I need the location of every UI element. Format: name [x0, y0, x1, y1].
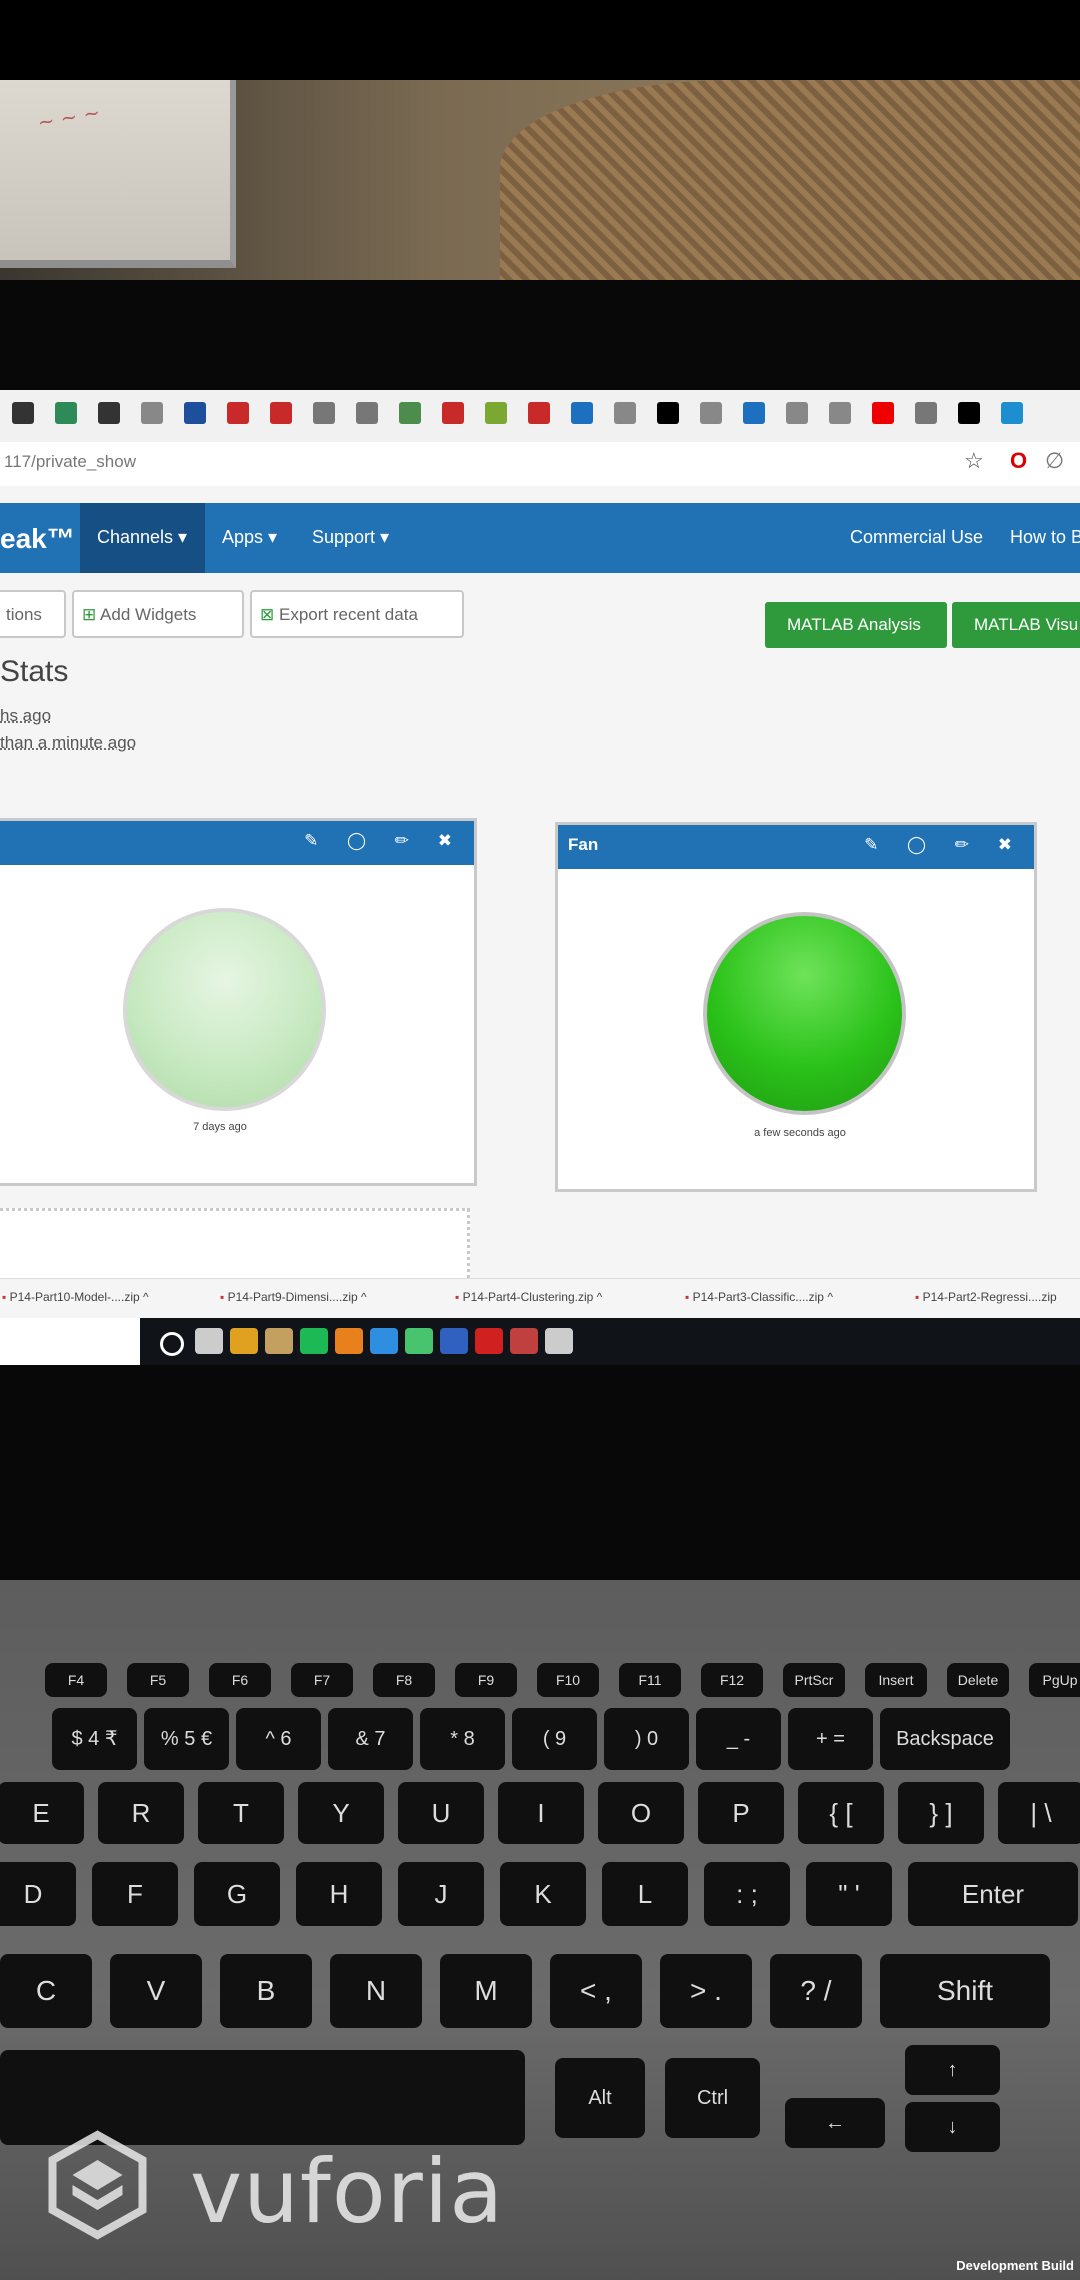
num-5-key[interactable]: % 5 € [144, 1708, 229, 1770]
a-enter-key[interactable]: Enter [908, 1862, 1078, 1926]
keyboard: F4 F5 F6 F7 F8 F9 F10 F11 F12 PrtScr Insert Delete P… [0, 0, 1080, 2280]
q-e-key[interactable]: E [0, 1782, 84, 1844]
q-p-key[interactable]: P [698, 1782, 784, 1844]
z-n-key[interactable]: N [330, 1954, 422, 2028]
vuforia-tm: ™ [462, 2170, 476, 2186]
z-v-key[interactable]: V [110, 1954, 202, 2028]
fn-delete-key[interactable]: Delete [947, 1663, 1009, 1697]
num-7-key[interactable]: & 7 [328, 1708, 413, 1770]
fn-insert-key[interactable]: Insert [865, 1663, 927, 1697]
num-0-key[interactable]: ) 0 [604, 1708, 689, 1770]
development-build-label: Development Build [956, 2258, 1074, 2273]
fn-f6-key[interactable]: F6 [209, 1663, 271, 1697]
z-m-key[interactable]: M [440, 1954, 532, 2028]
fn-f7-key[interactable]: F7 [291, 1663, 353, 1697]
fn-f4-key[interactable]: F4 [45, 1663, 107, 1697]
z--key[interactable]: ? / [770, 1954, 862, 2028]
fn-prtscr-key[interactable]: PrtScr [783, 1663, 845, 1697]
fn-f11-key[interactable]: F11 [619, 1663, 681, 1697]
num-6-key[interactable]: ^ 6 [236, 1708, 321, 1770]
num-4-key[interactable]: $ 4 ₹ [52, 1708, 137, 1770]
fn-pgup-key[interactable]: PgUp [1029, 1663, 1080, 1697]
a-k-key[interactable]: K [500, 1862, 586, 1926]
fn-f5-key[interactable]: F5 [127, 1663, 189, 1697]
q-t-key[interactable]: T [198, 1782, 284, 1844]
left-arrow-key[interactable]: ← [785, 2098, 885, 2148]
a--key[interactable]: " ' [806, 1862, 892, 1926]
num-8-key[interactable]: * 8 [420, 1708, 505, 1770]
vuforia-watermark: vuforia [190, 2140, 505, 2243]
q-y-key[interactable]: Y [298, 1782, 384, 1844]
fn-f10-key[interactable]: F10 [537, 1663, 599, 1697]
num-backspace-key[interactable]: Backspace [880, 1708, 1010, 1770]
q--key[interactable]: | \ [998, 1782, 1080, 1844]
q-r-key[interactable]: R [98, 1782, 184, 1844]
vuforia-logo-icon [48, 2130, 147, 2240]
num-9-key[interactable]: ( 9 [512, 1708, 597, 1770]
num--key[interactable]: + = [788, 1708, 873, 1770]
a-d-key[interactable]: D [0, 1862, 76, 1926]
fn-f8-key[interactable]: F8 [373, 1663, 435, 1697]
q-u-key[interactable]: U [398, 1782, 484, 1844]
a--key[interactable]: : ; [704, 1862, 790, 1926]
bottom-ctrl-key[interactable]: Ctrl [665, 2058, 760, 2138]
bottom-alt-key[interactable]: Alt [555, 2058, 645, 2138]
fn-f12-key[interactable]: F12 [701, 1663, 763, 1697]
z--key[interactable]: > . [660, 1954, 752, 2028]
a-l-key[interactable]: L [602, 1862, 688, 1926]
a-h-key[interactable]: H [296, 1862, 382, 1926]
a-g-key[interactable]: G [194, 1862, 280, 1926]
q--key[interactable]: { [ [798, 1782, 884, 1844]
down-arrow-key[interactable]: ↓ [905, 2102, 1000, 2152]
z-c-key[interactable]: C [0, 1954, 92, 2028]
z--key[interactable]: < , [550, 1954, 642, 2028]
z-b-key[interactable]: B [220, 1954, 312, 2028]
q--key[interactable]: } ] [898, 1782, 984, 1844]
a-f-key[interactable]: F [92, 1862, 178, 1926]
num--key[interactable]: _ - [696, 1708, 781, 1770]
fn-f9-key[interactable]: F9 [455, 1663, 517, 1697]
z-shift-key[interactable]: Shift [880, 1954, 1050, 2028]
up-arrow-key[interactable]: ↑ [905, 2045, 1000, 2095]
a-j-key[interactable]: J [398, 1862, 484, 1926]
q-i-key[interactable]: I [498, 1782, 584, 1844]
q-o-key[interactable]: O [598, 1782, 684, 1844]
